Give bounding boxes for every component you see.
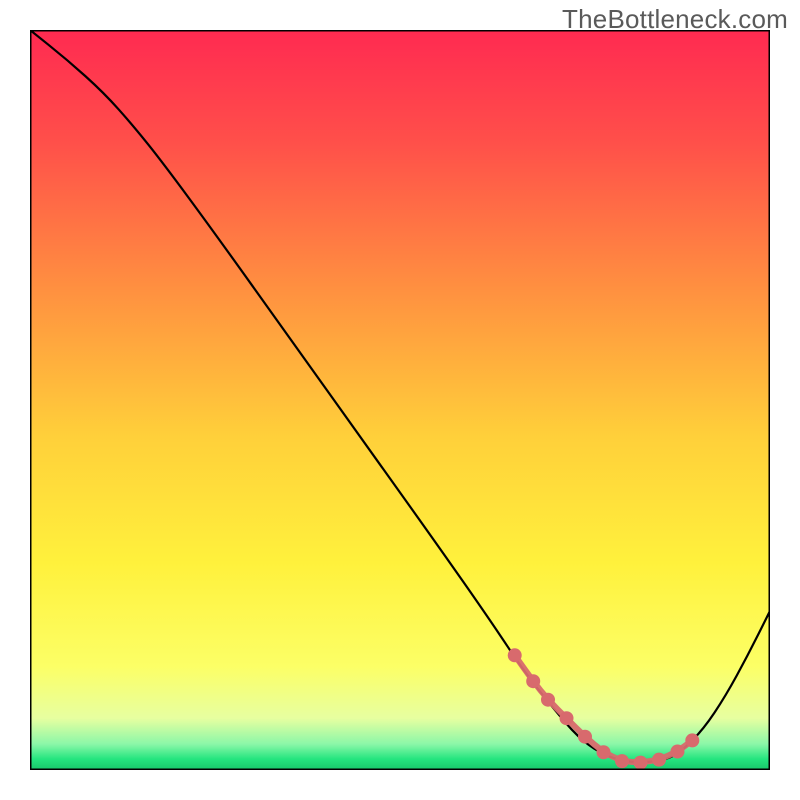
valley-highlight-dot <box>652 753 666 767</box>
valley-highlight-dot <box>671 745 685 759</box>
valley-highlight-dot <box>597 745 611 759</box>
valley-highlight-dot <box>526 674 540 688</box>
valley-highlight-dot <box>685 733 699 747</box>
valley-highlight-dot <box>508 648 522 662</box>
watermark: TheBottleneck.com <box>562 4 788 35</box>
chart-frame: TheBottleneck.com <box>0 0 800 800</box>
valley-highlight-dot <box>634 756 648 770</box>
valley-highlight-dot <box>578 730 592 744</box>
valley-highlight-dot <box>541 693 555 707</box>
valley-highlight-dot <box>560 711 574 725</box>
plot-background <box>30 30 770 770</box>
plot-area <box>30 30 770 770</box>
plot-svg <box>30 30 770 770</box>
valley-highlight-dot <box>615 754 629 768</box>
